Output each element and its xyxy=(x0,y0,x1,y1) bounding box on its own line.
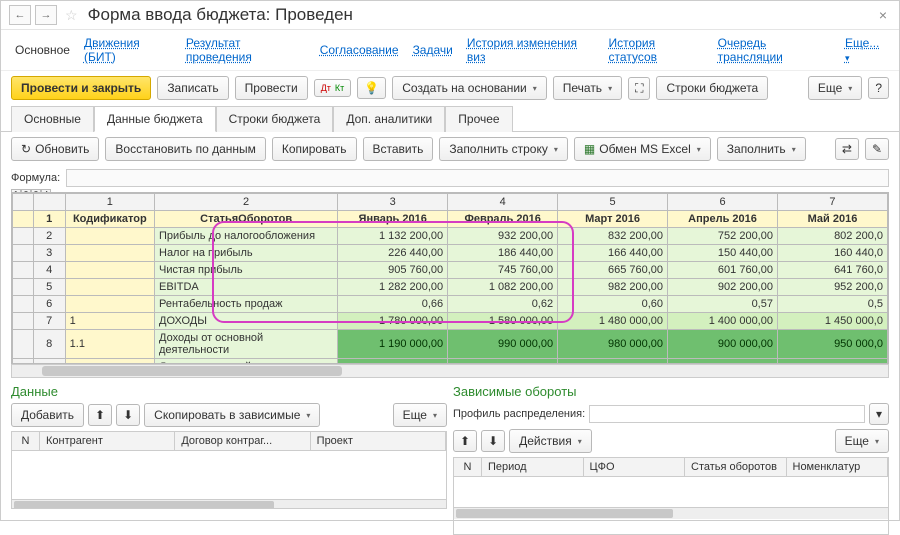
post-and-close-button[interactable]: Провести и закрыть xyxy=(11,76,151,100)
dep-move-up-icon[interactable]: ⬆ xyxy=(453,430,477,452)
excel-icon: ▦ xyxy=(584,142,595,156)
table-row[interactable]: 4Чистая прибыль905 760,00745 760,00665 7… xyxy=(13,262,888,279)
budget-rows-button[interactable]: Строки бюджета xyxy=(656,76,768,100)
create-basis-button[interactable]: Создать на основании▾ xyxy=(392,76,547,100)
panel-dep-title: Зависимые обороты xyxy=(453,382,889,401)
print-button[interactable]: Печать▾ xyxy=(553,76,622,100)
post-button[interactable]: Провести xyxy=(235,76,308,100)
paste-button[interactable]: Вставить xyxy=(363,137,434,161)
close-button[interactable]: × xyxy=(875,7,891,23)
fill-button[interactable]: Заполнить▾ xyxy=(717,137,806,161)
profile-input[interactable] xyxy=(589,405,865,423)
dep-move-down-icon[interactable]: ⬇ xyxy=(481,430,505,452)
panel-more-button-2[interactable]: Еще▾ xyxy=(835,429,889,453)
restore-button[interactable]: Восстановить по данным xyxy=(105,137,265,161)
link-result[interactable]: Результат проведения xyxy=(186,36,306,64)
data-subgrid[interactable]: N Контрагент Договор контраг... Проект xyxy=(11,431,447,509)
formula-label: Формула: xyxy=(11,172,60,184)
link-tasks[interactable]: Задачи xyxy=(413,43,453,57)
table-row[interactable]: 5EBITDA1 282 200,001 082 200,00982 200,0… xyxy=(13,279,888,296)
panel-data-title: Данные xyxy=(11,382,447,401)
budget-grid[interactable]: 1 2 3 4 5 6 7 1 Кодификатор СтатьяОборот… xyxy=(11,192,889,364)
favorite-icon[interactable]: ☆ xyxy=(65,7,78,24)
profile-clear-icon[interactable]: ▾ xyxy=(869,403,889,425)
tab-additional-analytics[interactable]: Доп. аналитики xyxy=(333,106,445,132)
tab-other[interactable]: Прочее xyxy=(445,106,512,132)
help-button[interactable]: ? xyxy=(868,77,889,99)
debit-credit-icon[interactable]: ДтКт xyxy=(314,79,352,97)
dep-subgrid[interactable]: N Период ЦФО Статья оборотов Номенклатур xyxy=(453,457,889,535)
link-approval[interactable]: Согласование xyxy=(320,43,399,57)
link-status-history[interactable]: История статусов xyxy=(609,36,704,64)
panel-more-button-1[interactable]: Еще▾ xyxy=(393,403,447,427)
table-row[interactable]: 81.1Доходы от основной деятельности1 190… xyxy=(13,330,888,359)
page-title: Форма ввода бюджета: Проведен xyxy=(88,5,353,25)
tab-budget-data[interactable]: Данные бюджета xyxy=(94,106,216,132)
refresh-button[interactable]: ↻ Обновить xyxy=(11,137,99,161)
expand-icon[interactable]: ⛶ xyxy=(628,77,650,100)
add-button[interactable]: Добавить xyxy=(11,403,84,427)
link-main[interactable]: Основное xyxy=(15,43,70,57)
edit-icon[interactable]: ✎ xyxy=(865,138,889,160)
formula-input[interactable] xyxy=(66,169,889,187)
more-button-1[interactable]: Еще▾ xyxy=(808,76,862,100)
link-broadcast-queue[interactable]: Очередь трансляции xyxy=(718,36,831,64)
refresh-icon: ↻ xyxy=(21,142,31,156)
copy-button[interactable]: Копировать xyxy=(272,137,357,161)
table-row[interactable]: 6Рентабельность продаж0,660,620,600,570,… xyxy=(13,296,888,313)
move-down-icon[interactable]: ⬇ xyxy=(116,404,140,426)
table-row[interactable]: 2Прибыль до налогообложения1 132 200,009… xyxy=(13,228,888,245)
table-row[interactable]: 3Налог на прибыль226 440,00186 440,00166… xyxy=(13,245,888,262)
actions-button[interactable]: Действия▾ xyxy=(509,429,592,453)
table-row[interactable]: 71ДОХОДЫ1 780 000,001 580 000,001 480 00… xyxy=(13,313,888,330)
fill-row-button[interactable]: Заполнить строку▾ xyxy=(439,137,568,161)
swap-icon[interactable]: ⇄ xyxy=(835,138,859,160)
grid-hscroll[interactable] xyxy=(11,364,889,378)
link-movements[interactable]: Движения (БИТ) xyxy=(84,36,172,64)
nav-forward[interactable]: → xyxy=(35,5,57,25)
move-up-icon[interactable]: ⬆ xyxy=(88,404,112,426)
nav-back[interactable]: ← xyxy=(9,5,31,25)
excel-button[interactable]: ▦ Обмен MS Excel▾ xyxy=(574,137,711,161)
tab-main[interactable]: Основные xyxy=(11,106,94,132)
link-visa-history[interactable]: История изменения виз xyxy=(467,36,595,64)
tab-budget-rows[interactable]: Строки бюджета xyxy=(216,106,334,132)
write-button[interactable]: Записать xyxy=(157,76,228,100)
lightbulb-icon[interactable]: 💡 xyxy=(357,77,386,99)
profile-label: Профиль распределения: xyxy=(453,408,585,420)
link-more[interactable]: Еще... xyxy=(845,36,885,64)
copy-to-dependent-button[interactable]: Скопировать в зависимые▾ xyxy=(144,403,320,427)
